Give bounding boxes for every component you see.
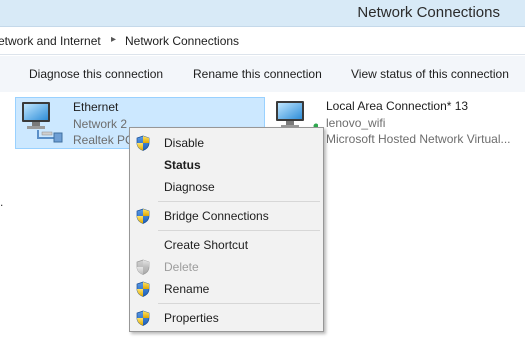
command-bar: Diagnose this connection Rename this con… [0,56,525,93]
menu-separator [158,303,320,304]
menu-item-label: Diagnose [164,180,215,194]
menu-item-label: Status [164,158,201,172]
menu-separator [158,230,320,231]
address-bar[interactable]: etwork and Internet ▸ Network Connection… [0,27,525,55]
breadcrumb-network-and-internet[interactable]: etwork and Internet [0,34,101,48]
menu-item-label: Create Shortcut [164,238,249,252]
context-menu: Disable Status Diagnose Bridge Connectio… [129,127,324,332]
uac-shield-icon [136,208,150,224]
menu-item-diagnose[interactable]: Diagnose [130,176,323,198]
uac-shield-icon [136,281,150,297]
menu-item-delete: Delete [130,256,323,278]
menu-item-rename[interactable]: Rename [130,278,323,300]
menu-separator [158,201,320,202]
menu-item-label: Bridge Connections [164,209,269,223]
uac-shield-icon [136,310,150,326]
menu-item-status[interactable]: Status [130,154,323,176]
connection-name: Ethernet [73,100,119,114]
rename-connection-button[interactable]: Rename this connection [193,67,322,81]
connection-name: Local Area Connection* 13 [326,99,469,113]
menu-item-label: Rename [164,282,210,296]
menu-item-properties[interactable]: Properties [130,307,323,329]
menu-item-disable[interactable]: Disable [130,132,323,154]
diagnose-connection-button[interactable]: Diagnose this connection [29,67,163,81]
menu-item-bridge-connections[interactable]: Bridge Connections [130,205,323,227]
menu-item-label: Disable [164,136,205,150]
title-bar: Network Connections [0,0,525,27]
menu-item-label: Properties [164,311,219,325]
connection-adapter: Microsoft Hosted Network Virtual... [326,132,511,146]
connection-network: lenovo_wifi [326,116,386,130]
menu-item-label: Delete [164,260,199,274]
menu-item-create-shortcut[interactable]: Create Shortcut [130,234,323,256]
breadcrumb-chevron-right-icon[interactable]: ▸ [111,34,116,45]
connection-adapter: Realtek PC [73,133,134,147]
view-status-button[interactable]: View status of this connection [351,67,509,81]
window-title: Network Connections [357,4,500,21]
breadcrumb-network-connections[interactable]: Network Connections [125,34,239,48]
network-adapter-icon [22,102,63,143]
connection-network: Network 2 [73,117,128,131]
stray-text: . [0,195,4,209]
uac-shield-icon [136,135,150,151]
uac-shield-icon [136,259,150,275]
